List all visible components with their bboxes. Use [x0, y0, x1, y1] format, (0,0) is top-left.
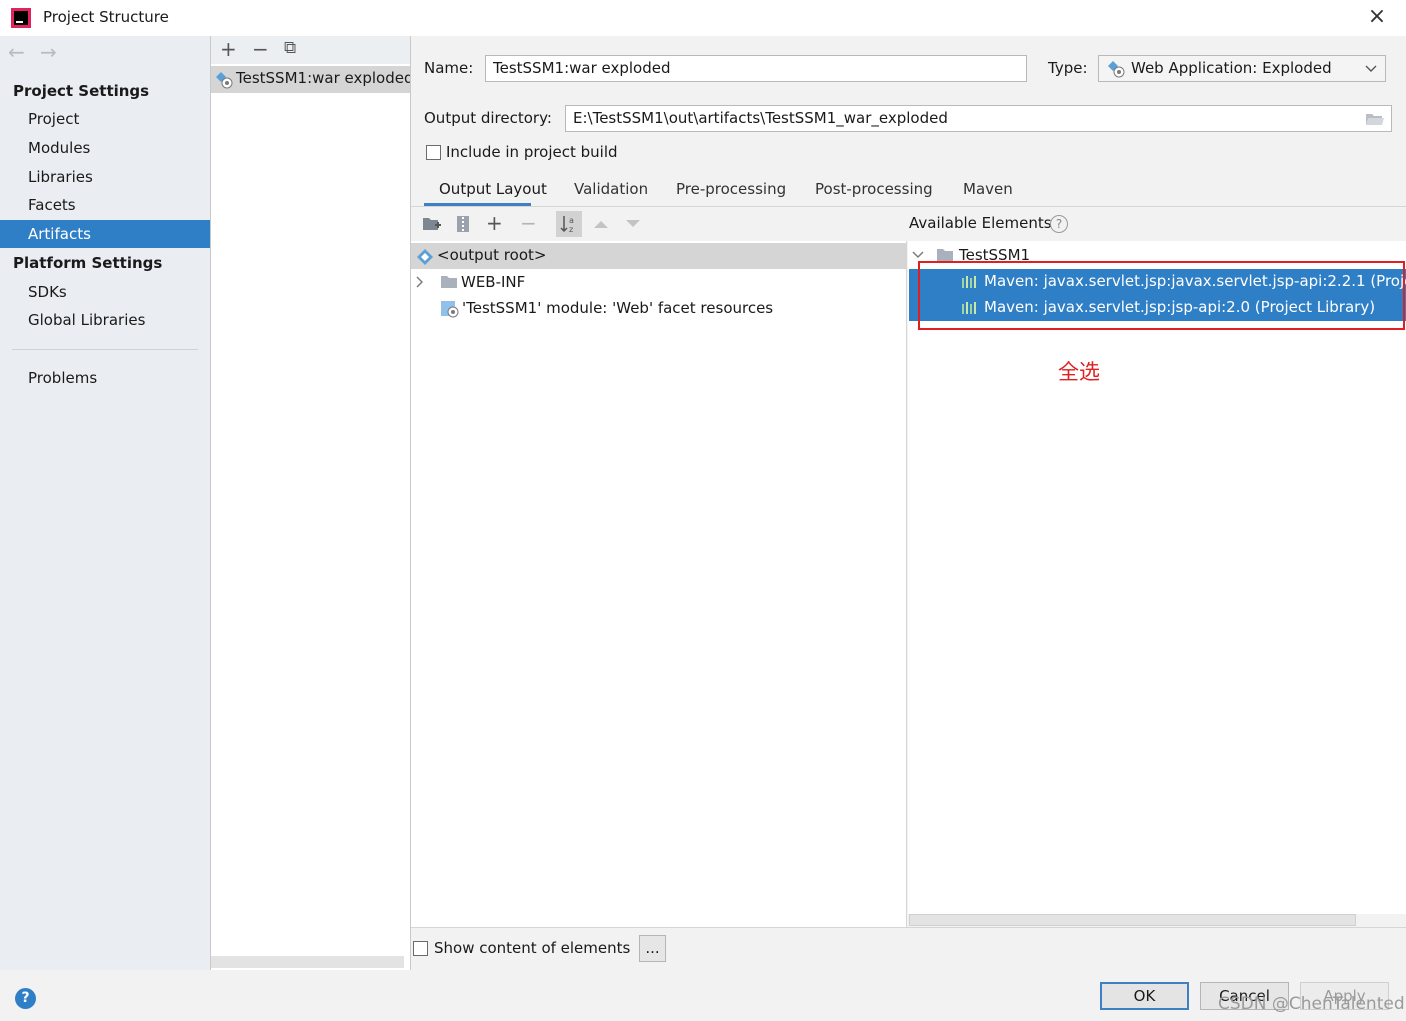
available-elements-tree[interactable]: [908, 241, 1406, 914]
facet-resources-label[interactable]: 'TestSSM1' module: 'Web' facet resources: [462, 299, 773, 317]
tab-maven[interactable]: Maven: [963, 180, 1013, 198]
sidebar-divider: [12, 349, 198, 350]
title-bar: [0, 0, 1406, 36]
move-down-icon[interactable]: [625, 219, 641, 229]
annotation-text: 全选: [1058, 360, 1100, 384]
sidebar-item-facets[interactable]: Facets: [0, 191, 210, 219]
close-icon[interactable]: ×: [1364, 4, 1390, 29]
available-elements-scrollbar[interactable]: [909, 914, 1356, 926]
chevron-down-icon: [1365, 65, 1377, 72]
chevron-down-icon[interactable]: [912, 250, 924, 260]
remove-icon[interactable]: −: [252, 37, 269, 61]
output-root-icon: [417, 249, 433, 265]
help-icon[interactable]: ?: [15, 988, 36, 1009]
intellij-app-icon: [11, 8, 31, 28]
back-arrow-icon[interactable]: ←: [8, 40, 25, 64]
web-artifact-icon: [216, 72, 233, 89]
chevron-right-icon[interactable]: [415, 276, 425, 288]
tab-pre-processing[interactable]: Pre-processing: [676, 180, 786, 198]
folder-icon: [441, 276, 457, 288]
module-folder-icon: [937, 249, 953, 261]
remove-element-icon[interactable]: −: [520, 211, 537, 235]
annotation-highlight-box: [918, 261, 1405, 330]
sidebar-item-modules[interactable]: Modules: [0, 134, 210, 162]
web-artifact-icon: [1108, 61, 1125, 78]
include-in-build-checkbox[interactable]: [426, 145, 441, 160]
tab-post-processing[interactable]: Post-processing: [815, 180, 933, 198]
sort-button[interactable]: a z: [556, 211, 582, 237]
sidebar-item-sdks[interactable]: SDKs: [0, 278, 210, 306]
folder-browse-icon[interactable]: [1365, 111, 1385, 127]
sort-alpha-icon: a z: [560, 216, 574, 234]
watermark: CSDN @ChenTalented: [1218, 994, 1405, 1014]
show-content-label: Show content of elements: [434, 939, 631, 957]
copy-icon[interactable]: ⧉: [284, 38, 296, 58]
new-folder-icon[interactable]: [422, 215, 442, 233]
name-label: Name:: [424, 59, 474, 77]
artifact-name: TestSSM1:war exploded: [236, 69, 410, 87]
platform-settings-header: Platform Settings: [13, 254, 163, 272]
add-element-icon[interactable]: +: [486, 211, 503, 235]
add-icon[interactable]: +: [220, 37, 237, 61]
output-root-label: <output root>: [437, 246, 547, 264]
show-content-checkbox[interactable]: [413, 941, 428, 956]
type-select-value: Web Application: Exploded: [1131, 59, 1332, 77]
output-directory-label: Output directory:: [424, 109, 552, 127]
svg-text:z: z: [569, 225, 573, 234]
artifacts-list-panel: [210, 36, 411, 970]
tab-output-layout[interactable]: Output Layout: [439, 180, 547, 198]
move-up-icon[interactable]: [593, 219, 609, 229]
output-directory-field[interactable]: E:\TestSSM1\out\artifacts\TestSSM1_war_e…: [565, 105, 1392, 132]
tab-validation[interactable]: Validation: [574, 180, 648, 198]
settings-sidebar: ← → Project Settings Project Modules Lib…: [0, 36, 210, 970]
sidebar-item-global-libraries[interactable]: Global Libraries: [0, 306, 210, 334]
include-in-build-label: Include in project build: [446, 143, 618, 161]
type-label: Type:: [1048, 59, 1088, 77]
window-title: Project Structure: [43, 8, 169, 26]
help-circle-icon[interactable]: ?: [1050, 215, 1068, 233]
artifacts-scrollbar[interactable]: [211, 956, 404, 968]
name-field[interactable]: TestSSM1:war exploded: [485, 55, 1027, 82]
active-tab-indicator: [424, 203, 531, 206]
show-content-options-button[interactable]: ...: [639, 935, 666, 962]
sidebar-item-project[interactable]: Project: [0, 105, 210, 133]
facet-resources-icon: [441, 301, 459, 318]
svg-text:a: a: [569, 216, 574, 225]
archive-icon[interactable]: [456, 215, 470, 233]
project-settings-header: Project Settings: [13, 82, 150, 100]
sidebar-item-artifacts[interactable]: Artifacts: [0, 220, 210, 248]
sidebar-item-libraries[interactable]: Libraries: [0, 163, 210, 191]
available-elements-title: Available Elements: [909, 214, 1052, 232]
artifact-list-item[interactable]: TestSSM1:war exploded: [211, 66, 410, 93]
artifacts-toolbar: + − ⧉: [211, 36, 410, 64]
forward-arrow-icon[interactable]: →: [40, 40, 57, 64]
dialog-footer: [0, 970, 1406, 1021]
type-select[interactable]: Web Application: Exploded: [1098, 55, 1386, 82]
sidebar-item-problems[interactable]: Problems: [0, 364, 210, 392]
ok-button[interactable]: OK: [1100, 982, 1189, 1010]
web-inf-label[interactable]: WEB-INF: [461, 273, 525, 291]
output-layout-tree[interactable]: [411, 241, 907, 927]
